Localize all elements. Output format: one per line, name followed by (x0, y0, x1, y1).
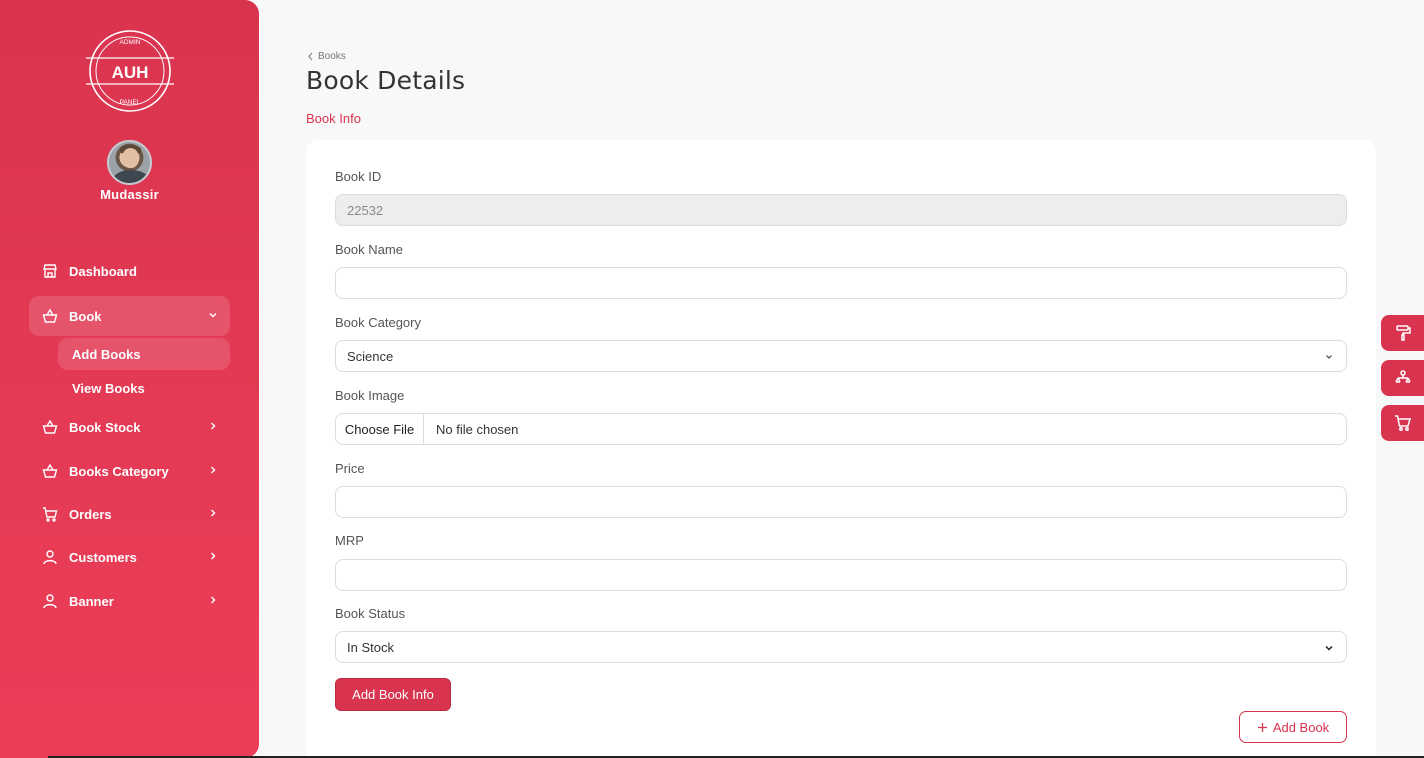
chevron-down-icon (1326, 355, 1332, 359)
basket-icon (42, 463, 58, 478)
breadcrumb[interactable]: Books (307, 51, 346, 62)
sidebar-item-label: Book (69, 308, 102, 324)
chevron-right-icon (211, 552, 216, 560)
book-name-label: Book Name (335, 242, 403, 257)
mrp-input[interactable] (335, 559, 1347, 591)
sidebar-item-label: Customers (69, 549, 137, 565)
price-input[interactable] (335, 486, 1347, 518)
cart-icon (43, 507, 58, 522)
sidebar-item-banner[interactable]: Banner (29, 581, 230, 621)
book-status-value: In Stock (347, 639, 394, 655)
store-icon (43, 264, 57, 278)
book-name-input[interactable] (335, 267, 1347, 299)
user-icon (43, 550, 57, 565)
book-id-field: 22532 (335, 194, 1347, 226)
cart-button[interactable] (1381, 405, 1424, 441)
chevron-right-icon (211, 596, 216, 604)
sidebar-item-orders[interactable]: Orders (29, 494, 230, 534)
logo-main-text: AUH (112, 63, 149, 82)
book-image-label: Book Image (335, 388, 405, 403)
user-avatar[interactable] (107, 140, 152, 185)
logo-bottom-text: PANEL (120, 99, 141, 106)
sidebar: ADMIN AUH PANEL Mudassir Dashboard Book … (0, 0, 259, 758)
book-category-label: Book Category (335, 315, 421, 330)
basket-icon (42, 308, 58, 323)
choose-file-button[interactable]: Choose File (336, 414, 424, 444)
add-book-label: Add Book (1272, 719, 1330, 735)
structure-button[interactable] (1381, 360, 1424, 396)
sidebar-subitem-view-books[interactable]: View Books (58, 372, 230, 404)
file-status-text: No file chosen (436, 421, 519, 437)
section-title: Book Info (306, 111, 361, 126)
book-image-file-input[interactable]: Choose File No file chosen (335, 413, 1347, 445)
price-label: Price (335, 461, 365, 476)
add-book-button[interactable]: Add Book (1239, 711, 1347, 743)
sitemap-icon (1394, 370, 1411, 383)
book-id-value: 22532 (347, 202, 384, 218)
admin-panel-logo: ADMIN AUH PANEL (86, 30, 174, 112)
breadcrumb-link[interactable]: Books (318, 51, 346, 62)
form-card (306, 140, 1376, 758)
add-book-info-button[interactable]: Add Book Info (335, 678, 451, 711)
sidebar-item-dashboard[interactable]: Dashboard (29, 251, 230, 291)
book-category-value: Science (347, 348, 394, 364)
cart-icon (1394, 415, 1411, 431)
book-category-select[interactable]: Science (335, 340, 1347, 372)
chevron-down-icon (209, 313, 217, 318)
chevron-right-icon (211, 509, 216, 517)
sidebar-item-book-stock[interactable]: Book Stock (29, 407, 230, 447)
sidebar-item-label: Banner (69, 593, 114, 609)
paint-roller-icon (1395, 325, 1411, 341)
sidebar-item-customers[interactable]: Customers (29, 537, 230, 577)
chevron-right-icon (211, 466, 216, 474)
user-name: Mudassir (100, 187, 159, 202)
sidebar-subitem-add-books[interactable]: Add Books (58, 338, 230, 370)
sidebar-item-label: Dashboard (69, 263, 137, 279)
book-status-select[interactable]: In Stock (335, 631, 1347, 663)
mrp-label: MRP (335, 533, 364, 548)
theme-customizer-button[interactable] (1381, 315, 1424, 351)
user-icon (43, 594, 57, 609)
chevron-right-icon (211, 422, 216, 430)
sidebar-item-label: Book Stock (69, 419, 141, 435)
sidebar-item-label: Books Category (69, 463, 169, 479)
logo-top-text: ADMIN (120, 39, 141, 46)
basket-icon (42, 419, 58, 434)
sidebar-item-book[interactable]: Book (29, 296, 230, 336)
plus-icon (1257, 722, 1267, 732)
chevron-left-icon (308, 52, 313, 61)
book-id-label: Book ID (335, 169, 382, 184)
page-title: Book Details (306, 66, 466, 95)
sidebar-item-label: Orders (69, 506, 112, 522)
book-status-label: Book Status (335, 606, 406, 621)
chevron-down-icon (1325, 645, 1333, 651)
sidebar-item-books-category[interactable]: Books Category (29, 451, 230, 491)
